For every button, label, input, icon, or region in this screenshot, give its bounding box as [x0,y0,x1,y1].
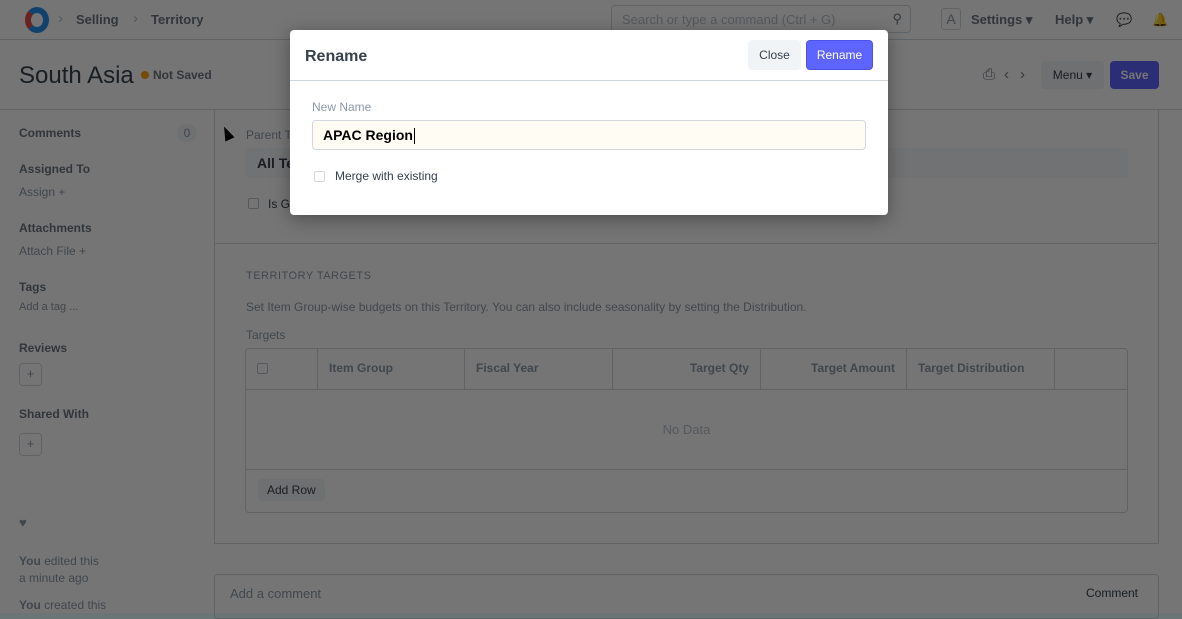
select-all-cell [246,349,318,389]
new-name-label: New Name [312,100,372,114]
section-title: TERRITORY TARGETS [246,270,372,282]
shared-with-label: Shared With [19,407,89,421]
comment-box: Add a comment Comment [214,574,1159,619]
assign-text: Assign [19,185,56,199]
chevron-right-icon: › [133,10,138,27]
settings-label: Settings [971,12,1023,27]
column-header: Fiscal Year [465,349,613,389]
activity-text: created this [44,598,107,612]
section-description: Set Item Group-wise budgets on this Terr… [246,300,807,314]
activity-item: You created this [19,598,106,612]
comment-input[interactable]: Add a comment [230,586,321,601]
close-button[interactable]: Close [748,40,801,70]
activity-time: a minute ago [19,571,89,585]
menu-label: Menu [1052,68,1083,82]
help-label: Help [1055,12,1084,27]
comments-count: 0 [177,124,197,142]
divider [290,80,888,81]
status-badge: Not Saved [141,68,212,82]
comments-label[interactable]: Comments [19,126,81,140]
divider [246,469,1127,470]
next-icon[interactable]: › [1020,66,1025,83]
column-header: Item Group [318,349,465,389]
dialog-title: Rename [305,48,368,65]
assign-link[interactable]: Assign + [19,185,65,199]
is-group-checkbox[interactable] [248,198,259,209]
activity-text: edited this [44,554,99,568]
new-name-input[interactable]: APAC Region [312,120,866,150]
activity-user: You [19,598,41,612]
breadcrumb-selling[interactable]: Selling [76,12,119,27]
search-icon: ⚲ [892,11,902,26]
add-row-button[interactable]: Add Row [258,479,325,501]
rename-dialog: Rename Close Rename New Name APAC Region… [290,30,888,215]
no-data-text: No Data [662,422,711,437]
merge-label[interactable]: Merge with existing [335,169,438,183]
bell-icon[interactable]: 🔔 [1152,12,1168,28]
add-review-button[interactable]: + [19,363,42,386]
targets-label: Targets [246,328,286,342]
add-share-button[interactable]: + [19,433,42,456]
rename-button[interactable]: Rename [806,40,873,70]
breadcrumb-territory[interactable]: Territory [151,12,204,27]
column-header: Target Distribution [907,349,1055,389]
search-placeholder: Search or type a command (Ctrl + G) [622,12,836,27]
chat-icon[interactable]: 💬 [1116,12,1132,28]
settings-dropdown[interactable]: Settings ▾ [971,12,1032,28]
column-header: Target Amount [761,349,907,389]
chevron-right-icon: › [58,10,63,27]
print-icon[interactable]: ⎙ [983,66,995,83]
divider [215,243,1158,244]
save-button[interactable]: Save [1110,61,1159,89]
attach-file-text: Attach File [19,244,76,258]
previous-icon[interactable]: ‹ [1004,66,1009,83]
menu-button[interactable]: Menu ▾ [1041,61,1104,89]
column-header: Target Qty [613,349,761,389]
reviews-label: Reviews [19,341,68,355]
activity-item: You edited this a minute ago [19,553,99,587]
select-all-checkbox[interactable] [257,363,268,374]
comment-button[interactable]: Comment [1086,586,1138,600]
attach-file-link[interactable]: Attach File + [19,244,86,258]
add-tag-link[interactable]: Add a tag ... [19,301,78,313]
search-input[interactable]: Search or type a command (Ctrl + G) ⚲ [611,5,911,33]
merge-checkbox[interactable] [314,171,325,182]
tags-label: Tags [19,280,47,294]
divider [246,389,1127,390]
app-logo[interactable] [25,7,49,33]
attachments-label: Attachments [19,221,92,235]
page-title: South Asia [19,62,134,89]
help-dropdown[interactable]: Help ▾ [1055,12,1093,28]
activity-user: You [19,554,41,568]
targets-table: Item Group Fiscal Year Target Qty Target… [245,348,1128,513]
avatar[interactable]: A [941,8,961,30]
assigned-to-label: Assigned To [19,162,91,176]
heart-icon[interactable]: ♥ [19,515,27,530]
